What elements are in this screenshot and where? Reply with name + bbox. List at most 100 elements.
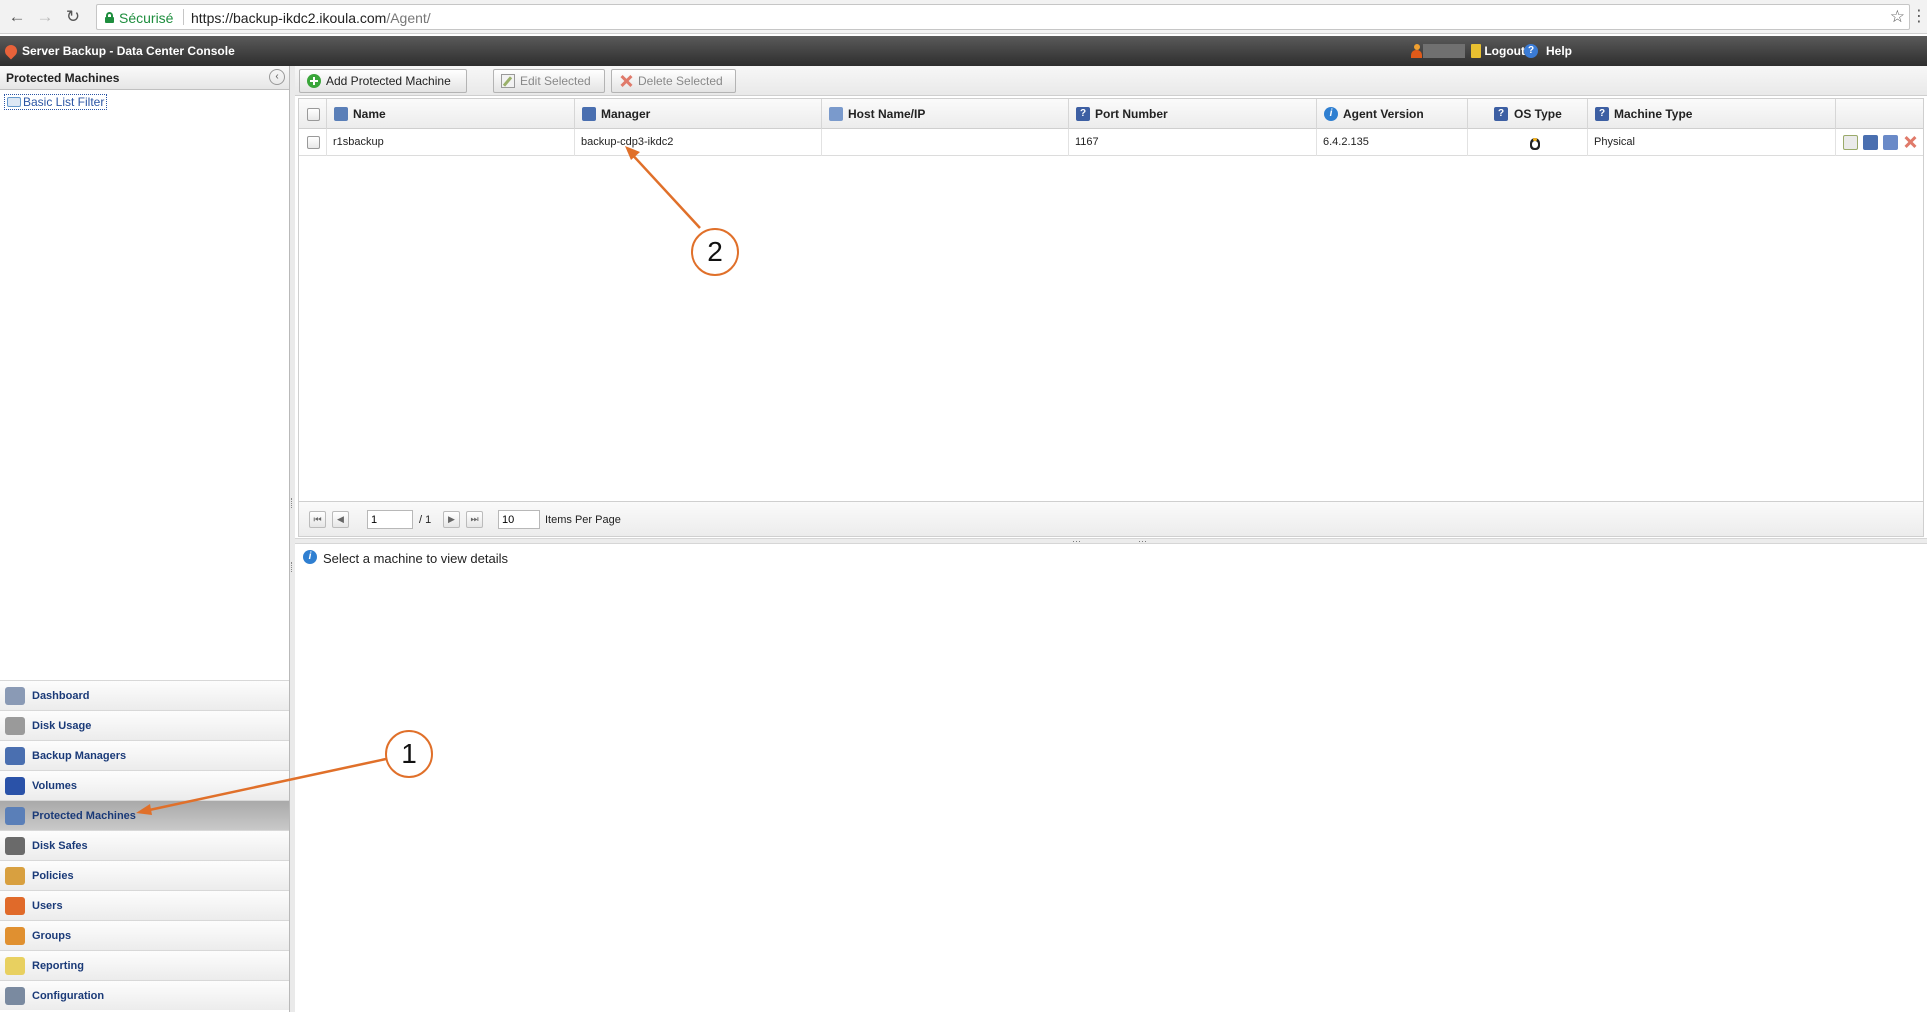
sidebar-item-disk-usage[interactable]: Disk Usage xyxy=(0,710,289,740)
bookmark-star-icon[interactable]: ☆ xyxy=(1890,7,1905,27)
machines-grid: Name Manager Host Name/IP ? Port Number … xyxy=(298,98,1924,537)
sidebar-item-disk-safes[interactable]: Disk Safes xyxy=(0,830,289,860)
cell-host[interactable] xyxy=(822,129,1069,156)
edit-selected-button[interactable]: Edit Selected xyxy=(493,69,605,93)
column-manager[interactable]: Manager xyxy=(575,99,822,129)
question-icon: ? xyxy=(1076,107,1090,121)
column-os-type[interactable]: ? OS Type xyxy=(1468,99,1588,129)
user-name-redacted xyxy=(1423,44,1465,58)
cell-port[interactable]: 1167 xyxy=(1069,129,1317,156)
cell-actions xyxy=(1836,129,1923,156)
cell-name[interactable]: r1sbackup xyxy=(327,129,575,156)
column-label: Port Number xyxy=(1095,107,1168,121)
basic-list-filter-link[interactable]: Basic List Filter xyxy=(4,94,108,110)
select-all-column xyxy=(299,99,327,129)
volumes-icon xyxy=(5,777,25,795)
app-header: Server Backup - Data Center Console Logo… xyxy=(0,36,1927,66)
url-text[interactable]: https://backup-ikdc2.ikoula.com/Agent/ xyxy=(191,10,431,26)
policy-row-icon[interactable] xyxy=(1883,135,1898,150)
sidebar-item-policies[interactable]: Policies xyxy=(0,860,289,890)
column-name[interactable]: Name xyxy=(327,99,575,129)
logout-icon[interactable] xyxy=(1471,44,1481,58)
total-pages: / 1 xyxy=(419,514,432,526)
add-protected-machine-button[interactable]: Add Protected Machine xyxy=(299,69,467,93)
next-page-icon[interactable]: ▶ xyxy=(443,511,460,528)
sidebar-item-label: Backup Managers xyxy=(32,750,127,762)
page-number-input[interactable] xyxy=(367,510,413,529)
reload-icon[interactable]: ↻ xyxy=(62,6,84,28)
row-select-cell xyxy=(299,129,327,156)
column-host[interactable]: Host Name/IP xyxy=(822,99,1069,129)
sidebar-item-configuration[interactable]: Configuration xyxy=(0,980,289,1010)
delete-icon xyxy=(619,74,633,88)
splitter-grip[interactable] xyxy=(291,498,294,508)
sidebar-item-label: Volumes xyxy=(32,780,78,792)
manager-icon xyxy=(582,107,596,121)
collapse-panel-icon[interactable]: ‹ xyxy=(269,69,285,85)
logout-link[interactable]: Logout xyxy=(1484,44,1525,58)
cell-machine-type[interactable]: Physical xyxy=(1588,129,1836,156)
screenshot-root: ← → ↻ Sécurisé https://backup-ikdc2.ikou… xyxy=(0,0,1927,1012)
forward-arrow-icon[interactable]: → xyxy=(34,6,56,28)
cell-manager[interactable]: backup-cdp3-ikdc2 xyxy=(575,129,822,156)
pager: ⏮ ◀ / 1 ▶ ⏭ Items Per Page xyxy=(299,501,1923,536)
address-bar[interactable]: Sécurisé https://backup-ikdc2.ikoula.com… xyxy=(96,4,1910,30)
sidebar-item-label: Dashboard xyxy=(32,690,90,702)
reporting-icon xyxy=(5,957,25,975)
column-label: Host Name/IP xyxy=(848,107,926,121)
question-icon: ? xyxy=(1494,107,1508,121)
sidebar-item-users[interactable]: Users xyxy=(0,890,289,920)
app-logo-icon xyxy=(2,42,20,60)
splitter-grip[interactable] xyxy=(291,562,294,572)
edit-row-icon[interactable] xyxy=(1843,135,1858,150)
url-host: https://backup-ikdc2.ikoula.com xyxy=(191,10,387,26)
sidebar-item-groups[interactable]: Groups xyxy=(0,920,289,950)
delete-button-label: Delete Selected xyxy=(638,74,723,88)
main-area: Add Protected Machine Edit Selected Dele… xyxy=(295,66,1927,1012)
disk-safe-row-icon[interactable] xyxy=(1863,135,1878,150)
sidebar-item-protected-machines[interactable]: Protected Machines xyxy=(0,800,289,830)
sidebar-item-volumes[interactable]: Volumes xyxy=(0,770,289,800)
prev-page-icon[interactable]: ◀ xyxy=(332,511,349,528)
delete-row-icon[interactable] xyxy=(1903,135,1918,150)
protected-machines-icon xyxy=(5,807,25,825)
items-per-page-input[interactable] xyxy=(498,510,540,529)
column-machine-type[interactable]: ? Machine Type xyxy=(1588,99,1836,129)
sidebar-item-reporting[interactable]: Reporting xyxy=(0,950,289,980)
table-row[interactable]: r1sbackup backup-cdp3-ikdc2 1167 6.4.2.1… xyxy=(299,129,1923,156)
sidebar-item-label: Users xyxy=(32,900,63,912)
plus-icon xyxy=(307,74,321,88)
browser-menu-icon[interactable]: ⋮ xyxy=(1911,6,1927,28)
info-icon: i xyxy=(1324,107,1338,121)
delete-selected-button[interactable]: Delete Selected xyxy=(611,69,736,93)
column-agent-version[interactable]: i Agent Version xyxy=(1317,99,1468,129)
url-path: /Agent/ xyxy=(386,10,431,26)
sidebar-item-dashboard[interactable]: Dashboard xyxy=(0,680,289,710)
left-panel: Protected Machines ‹ Basic List Filter D… xyxy=(0,66,290,1012)
annotation-callout-1: 1 xyxy=(385,730,433,778)
column-label: OS Type xyxy=(1514,107,1562,121)
first-page-icon[interactable]: ⏮ xyxy=(309,511,326,528)
info-icon: i xyxy=(303,550,317,564)
column-port[interactable]: ? Port Number xyxy=(1069,99,1317,129)
secure-label: Sécurisé xyxy=(119,10,174,26)
question-icon: ? xyxy=(1595,107,1609,121)
policies-icon xyxy=(5,867,25,885)
back-arrow-icon[interactable]: ← xyxy=(6,6,28,28)
add-button-label: Add Protected Machine xyxy=(326,74,451,88)
help-icon[interactable]: ? xyxy=(1524,44,1538,58)
row-checkbox[interactable] xyxy=(307,136,320,149)
users-icon xyxy=(5,897,25,915)
column-label: Manager xyxy=(601,107,651,121)
app-title: Server Backup - Data Center Console xyxy=(22,44,235,58)
last-page-icon[interactable]: ⏭ xyxy=(466,511,483,528)
help-link[interactable]: Help xyxy=(1546,44,1572,58)
sidebar-item-backup-managers[interactable]: Backup Managers xyxy=(0,740,289,770)
details-panel: i Select a machine to view details xyxy=(295,544,1927,1012)
cell-os-type[interactable] xyxy=(1468,129,1588,156)
annotation-callout-2: 2 xyxy=(691,228,739,276)
sidebar-item-label: Reporting xyxy=(32,960,84,972)
select-all-checkbox[interactable] xyxy=(307,108,320,121)
grid-toolbar: Add Protected Machine Edit Selected Dele… xyxy=(295,66,1927,96)
cell-agent-version[interactable]: 6.4.2.135 xyxy=(1317,129,1468,156)
